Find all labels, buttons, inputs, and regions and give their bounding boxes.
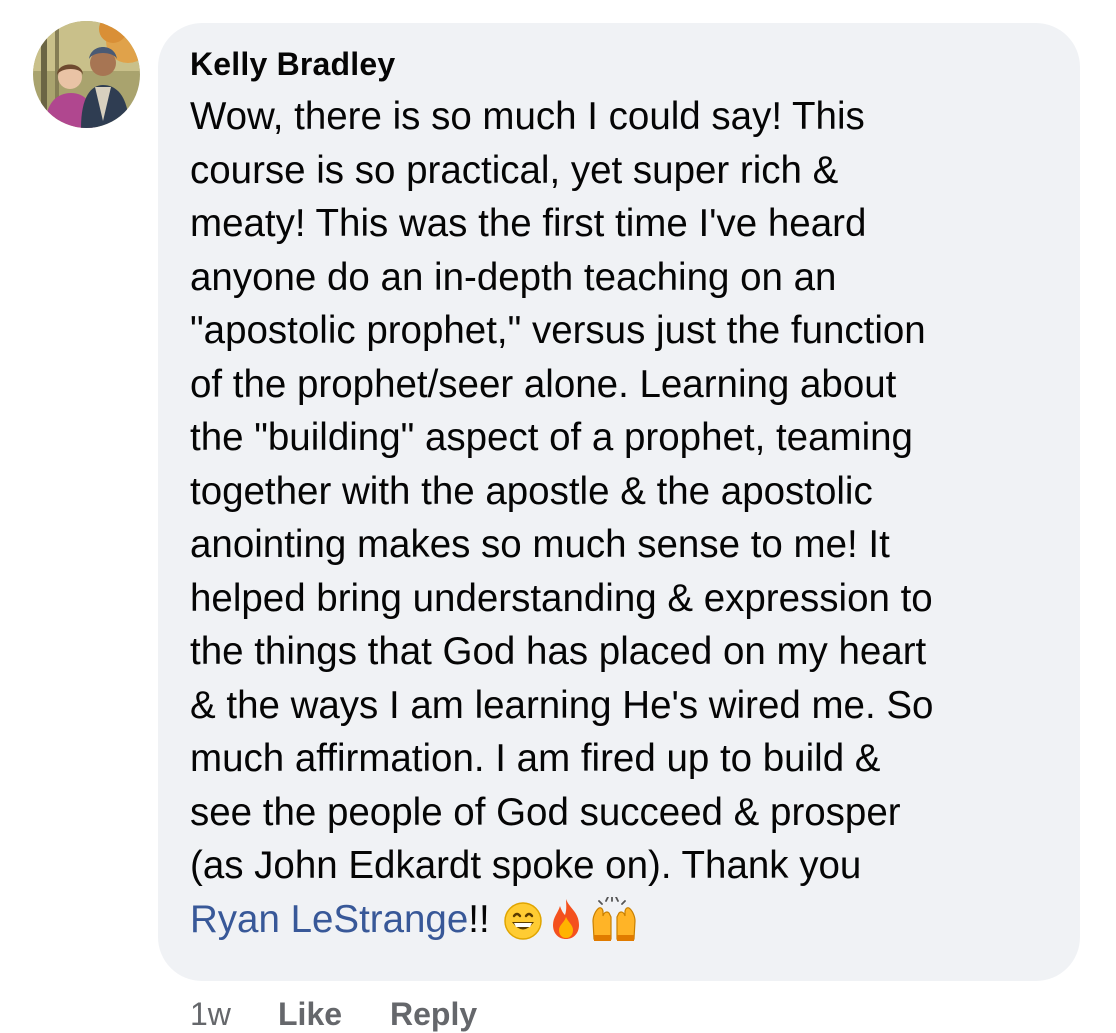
grinning-face-emoji	[503, 901, 543, 941]
comment-line: anointing makes so much sense to me! It	[190, 523, 890, 566]
comment-line: (as John Edkardt spoke on). Thank you	[190, 844, 862, 887]
author-avatar[interactable]	[33, 21, 140, 128]
avatar-photo	[33, 21, 140, 128]
comment-line: Wow, there is so much I could say! This	[190, 95, 865, 138]
comment-line: meaty! This was the first time I've hear…	[190, 202, 867, 245]
comment-line: see the people of God succeed & prosper	[190, 790, 901, 834]
comment-line: together with the apostle & the apostoli…	[190, 469, 873, 513]
mention-link[interactable]: Ryan LeStrange	[190, 898, 468, 941]
comment-line: anyone do an in-depth teaching on an	[190, 255, 837, 299]
comment-author-name[interactable]: Kelly Bradley	[190, 46, 395, 83]
comment-line: the things that God has placed on my hea…	[190, 630, 927, 673]
comment-body: Wow, there is so much I could say! This …	[190, 90, 1070, 946]
raising-hands-emoji	[589, 896, 639, 941]
comment-line: much affirmation. I am fired up to build…	[190, 737, 881, 780]
like-button[interactable]: Like	[278, 996, 342, 1033]
comment-line: of the prophet/seer alone. Learning abou…	[190, 362, 897, 406]
comment-line: course is so practical, yet super rich &	[190, 148, 839, 192]
comment-timestamp[interactable]: 1w	[190, 996, 231, 1033]
reply-button[interactable]: Reply	[390, 996, 477, 1033]
comment-line: "apostolic prophet," versus just the fun…	[190, 309, 926, 352]
mention-suffix: !!	[468, 897, 490, 941]
comment-line: the "building" aspect of a prophet, team…	[190, 416, 913, 459]
comment-line: helped bring understanding & expression …	[190, 576, 933, 620]
comment-bubble: Kelly Bradley Wow, there is so much I co…	[158, 23, 1080, 981]
fire-emoji	[546, 897, 586, 941]
comment-mention-line: Ryan LeStrange!!	[190, 893, 1070, 947]
comment-line: & the ways I am learning He's wired me. …	[190, 683, 934, 727]
